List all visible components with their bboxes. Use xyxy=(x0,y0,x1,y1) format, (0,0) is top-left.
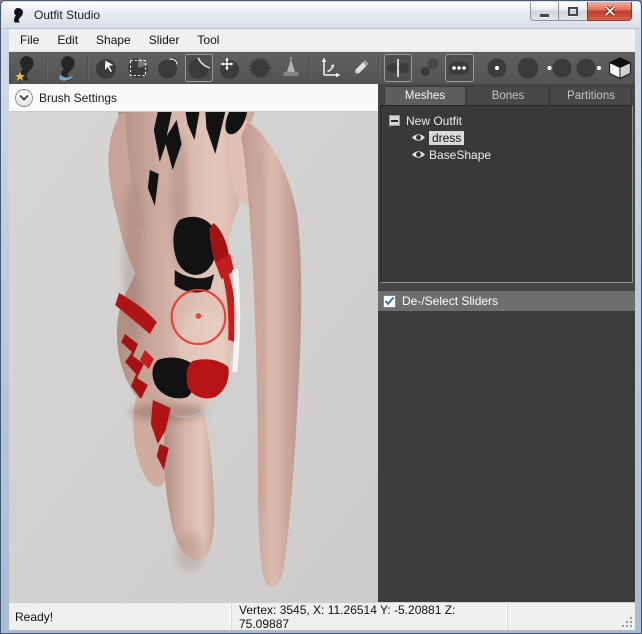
select-tool-button[interactable] xyxy=(93,54,122,82)
inflate-brush-icon xyxy=(156,56,180,80)
menu-file[interactable]: File xyxy=(11,30,48,50)
mask-brush-icon xyxy=(126,56,150,80)
transform-tool-icon xyxy=(316,56,342,80)
x-mirror-toggle[interactable] xyxy=(384,54,413,82)
mask-brush-button[interactable] xyxy=(123,54,152,82)
menu-bar: File Edit Shape Slider Tool xyxy=(9,29,635,52)
view-cube-icon xyxy=(607,55,633,81)
status-ready: Ready! xyxy=(9,603,231,630)
load-reference-button[interactable] xyxy=(52,54,82,82)
app-icon xyxy=(11,7,27,23)
load-reference-icon xyxy=(55,55,81,82)
brush-settings-header: Brush Settings xyxy=(9,84,378,112)
tree-item-label: BaseShape xyxy=(429,148,491,162)
collapse-minus-icon[interactable] xyxy=(389,115,400,126)
tree-root-label: New Outfit xyxy=(406,114,462,128)
tab-partitions[interactable]: Partitions xyxy=(550,86,632,105)
brush-settings-collapse-button[interactable] xyxy=(15,89,33,107)
connected-vertices-toggle[interactable] xyxy=(414,54,443,82)
viewport-panel: Brush Settings xyxy=(9,84,378,602)
new-project-button[interactable] xyxy=(12,54,42,82)
brush-focus-button[interactable] xyxy=(544,54,573,82)
weight-brush-button[interactable] xyxy=(276,54,305,82)
window-bottom-border xyxy=(1,629,641,633)
move-brush-icon xyxy=(217,56,241,80)
status-bar: Ready! Vertex: 3545, X: 11.26514 Y: -5.2… xyxy=(9,602,635,630)
chevron-down-icon xyxy=(18,94,30,102)
panel-splitter[interactable] xyxy=(378,283,635,291)
shapes-panel: Meshes Bones Partitions New Outfit xyxy=(378,84,635,602)
menu-tool[interactable]: Tool xyxy=(188,30,228,50)
toolbar-separator xyxy=(87,55,89,81)
smooth-brush-button[interactable] xyxy=(246,54,275,82)
inflate-brush-button[interactable] xyxy=(154,54,183,82)
deselect-sliders-header: De-/Select Sliders xyxy=(378,291,635,311)
move-brush-button[interactable] xyxy=(215,54,244,82)
brush-settings-label: Brush Settings xyxy=(39,91,117,105)
tab-bones[interactable]: Bones xyxy=(467,86,549,105)
pen-tool-icon xyxy=(348,56,372,80)
toolbar-separator xyxy=(309,55,311,81)
deselect-sliders-checkbox[interactable] xyxy=(383,295,396,308)
transform-tool-button[interactable] xyxy=(315,54,344,82)
tree-root-row[interactable]: New Outfit xyxy=(389,112,626,129)
menu-edit[interactable]: Edit xyxy=(48,30,87,50)
brush-focus-icon xyxy=(546,56,572,80)
outfit-tree[interactable]: New Outfit dress Bas xyxy=(380,105,633,283)
tree-item-baseshape[interactable]: BaseShape xyxy=(389,146,626,163)
global-brush-toggle[interactable] xyxy=(445,54,474,82)
select-tool-icon xyxy=(95,56,119,80)
maximize-icon xyxy=(568,7,578,16)
pen-tool-button[interactable] xyxy=(345,54,374,82)
weight-brush-icon xyxy=(279,56,303,80)
tab-meshes[interactable]: Meshes xyxy=(384,86,466,105)
brush-strength-icon xyxy=(516,56,540,80)
sliders-list-panel[interactable] xyxy=(378,311,635,602)
close-button[interactable] xyxy=(587,2,632,21)
tree-item-label: dress xyxy=(429,131,464,145)
minimize-icon xyxy=(540,14,549,17)
resize-grip[interactable] xyxy=(621,616,633,628)
toolbar xyxy=(9,52,635,84)
eye-icon[interactable] xyxy=(411,149,426,160)
new-project-icon xyxy=(14,55,40,82)
deselect-sliders-label: De-/Select Sliders xyxy=(402,294,498,308)
minimize-button[interactable] xyxy=(530,2,559,21)
deflate-brush-icon xyxy=(187,56,211,80)
three-dots-icon xyxy=(447,56,471,80)
maximize-button[interactable] xyxy=(559,2,587,21)
brush-spacing-button[interactable] xyxy=(575,54,604,82)
menu-slider[interactable]: Slider xyxy=(140,30,189,50)
x-mirror-icon xyxy=(386,56,410,80)
brush-strength-button[interactable] xyxy=(514,54,543,82)
toolbar-separator xyxy=(46,55,48,81)
panel-tabs: Meshes Bones Partitions xyxy=(378,84,635,105)
connected-vertices-icon xyxy=(417,56,441,80)
status-extra xyxy=(507,603,635,630)
brush-size-icon xyxy=(485,56,509,80)
view-cube-button[interactable] xyxy=(605,54,634,82)
smooth-brush-icon xyxy=(248,56,272,80)
window-title: Outfit Studio xyxy=(34,8,100,22)
toolbar-separator xyxy=(378,55,380,81)
title-bar[interactable]: Outfit Studio xyxy=(2,2,640,29)
menu-shape[interactable]: Shape xyxy=(87,30,140,50)
check-icon xyxy=(384,296,395,306)
outfit-studio-window: Outfit Studio File Edit Shape Slider Too… xyxy=(0,0,642,634)
status-vertex-info: Vertex: 3545, X: 11.26514 Y: -5.20881 Z:… xyxy=(231,603,507,630)
tree-item-dress[interactable]: dress xyxy=(389,129,626,146)
brush-size-button[interactable] xyxy=(483,54,512,82)
close-icon xyxy=(604,6,616,16)
eye-icon[interactable] xyxy=(411,132,426,143)
viewport-3d[interactable] xyxy=(9,112,378,602)
brush-spacing-icon xyxy=(576,56,602,80)
deflate-brush-button[interactable] xyxy=(185,54,214,82)
model-render xyxy=(9,112,378,602)
